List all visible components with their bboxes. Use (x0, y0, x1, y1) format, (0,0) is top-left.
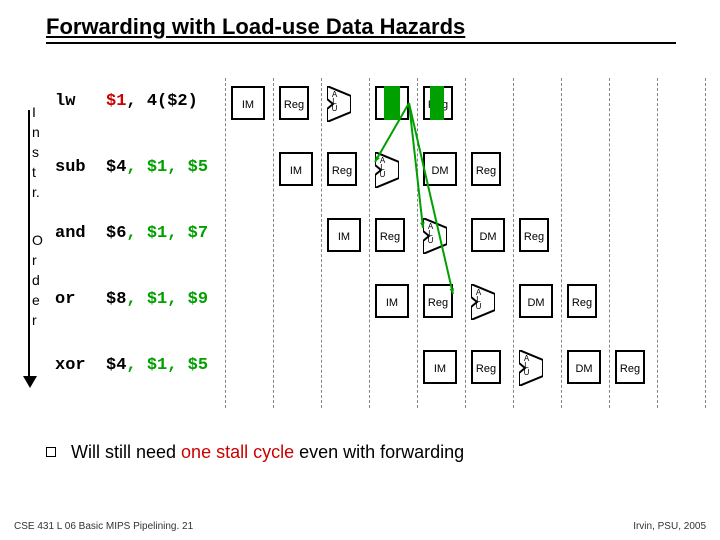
vlabel-t: t (32, 162, 36, 182)
vlabel-e: e (32, 290, 40, 310)
slide-title: Forwarding with Load-use Data Hazards (46, 14, 676, 44)
instr-op: or (55, 290, 75, 309)
instr-rest: , 4($2) (126, 92, 197, 111)
forwarding-arrows (225, 78, 705, 408)
footer-right: Irvin, PSU, 2005 (633, 521, 706, 532)
instr-dest: $4 (106, 356, 126, 375)
bullet-icon (46, 447, 56, 457)
vlabel-r3: r (32, 310, 37, 330)
instr-row-3: or $8, $1, $9 (55, 290, 208, 309)
instr-row-4: xor $4, $1, $5 (55, 356, 208, 375)
instr-srcs: , $1, $7 (126, 224, 208, 243)
bullet-emph: one stall cycle (181, 442, 294, 462)
vlabel-O: O (32, 230, 43, 250)
instr-dest: $4 (106, 158, 126, 177)
vlabel-I: I (32, 102, 36, 122)
instr-row-1: sub $4, $1, $5 (55, 158, 208, 177)
order-arrow-head (23, 376, 37, 388)
instr-dest: $8 (106, 290, 126, 309)
vlabel-n: n (32, 122, 40, 142)
instr-op: xor (55, 356, 86, 375)
instr-srcs: , $1, $5 (126, 356, 208, 375)
cycle-divider (705, 78, 706, 408)
instr-srcs: , $1, $9 (126, 290, 208, 309)
vlabel-s: s (32, 142, 39, 162)
instr-op: sub (55, 158, 86, 177)
instr-row-0: lw $1, 4($2) (55, 92, 198, 111)
instr-row-2: and $6, $1, $7 (55, 224, 208, 243)
instr-dest: $1 (106, 92, 126, 111)
footer-left: CSE 431 L 06 Basic MIPS Pipelining. 21 (14, 521, 193, 532)
vlabel-d: d (32, 270, 40, 290)
bullet-line: Will still need one stall cycle even wit… (46, 442, 464, 463)
instr-op: lw (55, 92, 75, 111)
instr-srcs: , $1, $5 (126, 158, 208, 177)
instr-dest: $6 (106, 224, 126, 243)
instr-op: and (55, 224, 86, 243)
vlabel-r: r. (32, 182, 40, 202)
bullet-suffix: even with forwarding (294, 442, 464, 462)
pipeline-diagram: IMRegALUDMRegIMRegALUDMRegIMRegALUDMRegI… (225, 78, 705, 408)
vlabel-r2: r (32, 250, 37, 270)
order-arrow-line (28, 110, 30, 380)
bullet-prefix: Will still need (71, 442, 181, 462)
